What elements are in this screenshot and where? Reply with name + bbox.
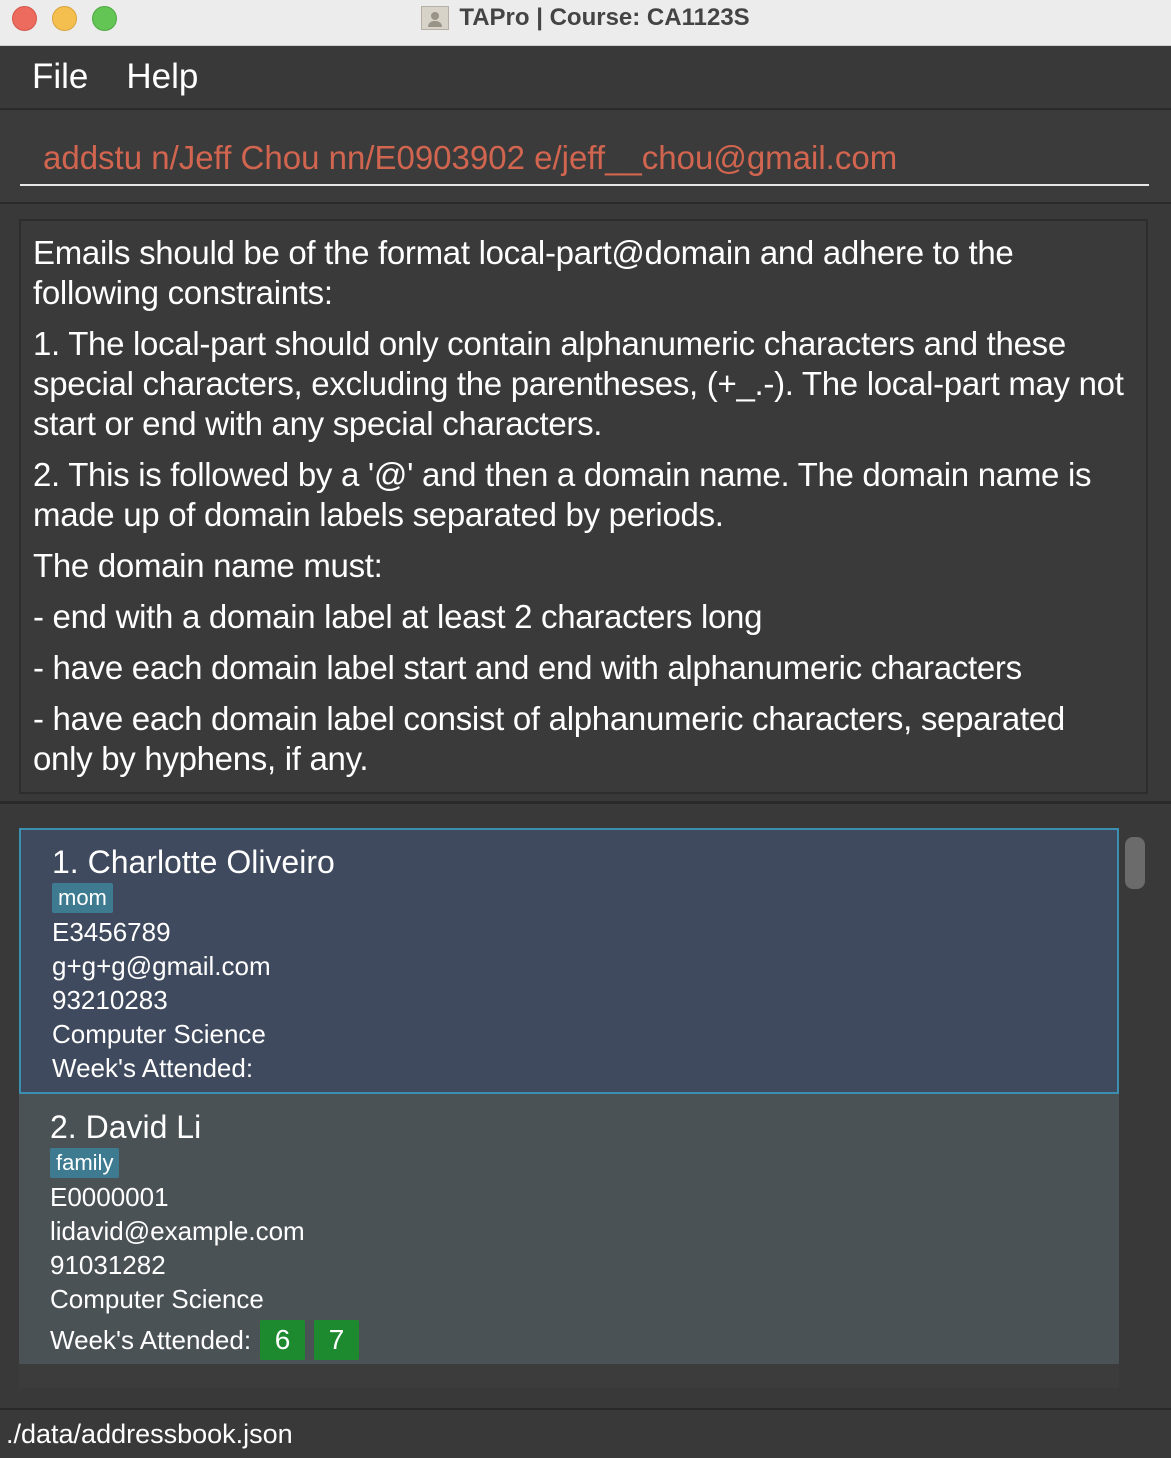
data-file-path: ./data/addressbook.json [6,1419,293,1449]
menu-bar: File Help [0,46,1171,110]
title-bar: TAPro | Course: CA1123S [0,0,1171,46]
person-tag: mom [52,883,113,913]
person-name: 1. Charlotte Oliveiro [52,844,335,880]
menu-help[interactable]: Help [126,57,198,97]
person-phone: 91031282 [50,1250,166,1280]
person-tag: family [50,1148,120,1178]
person-list-panel: 1. Charlotte Oliveiro mom E3456789 g+g+g… [0,806,1171,1408]
result-display-area: Emails should be of the format local-par… [0,206,1171,804]
person-student-number: E3456789 [52,917,171,947]
result-line: - have each domain label start and end w… [33,649,1022,686]
command-input[interactable] [20,132,1149,186]
result-line: - have each domain label consist of alph… [33,700,1065,777]
status-bar: ./data/addressbook.json [0,1408,1171,1458]
person-card[interactable]: 2. David Li family E0000001 lidavid@exam… [19,1094,1119,1364]
person-email: g+g+g@gmail.com [52,951,271,981]
weeks-attended-label: Week's Attended: [52,1053,254,1083]
person-name: 2. David Li [50,1109,202,1145]
list-scrollbar[interactable] [1125,837,1145,889]
person-phone: 93210283 [52,985,168,1015]
menu-file[interactable]: File [32,57,88,97]
result-display[interactable]: Emails should be of the format local-par… [19,219,1148,794]
person-card-selected[interactable]: 1. Charlotte Oliveiro mom E3456789 g+g+g… [19,828,1119,1094]
week-badge: 7 [314,1320,360,1360]
result-line: The domain name must: [33,547,383,584]
person-student-number: E0000001 [50,1182,169,1212]
result-line: 2. This is followed by a '@' and then a … [33,456,1092,533]
person-email: lidavid@example.com [50,1216,305,1246]
window-title: TAPro | Course: CA1123S [459,4,750,31]
person-weeks-row: Week's Attended: [52,1051,1117,1085]
window-title-group: TAPro | Course: CA1123S [0,0,1171,36]
result-line: 1. The local-part should only contain al… [33,325,1124,442]
week-badge: 6 [260,1320,306,1360]
person-card-partial[interactable] [19,1364,1119,1388]
weeks-attended-label: Week's Attended: [50,1325,252,1355]
person-course: Computer Science [52,1019,266,1049]
person-list[interactable]: 1. Charlotte Oliveiro mom E3456789 g+g+g… [19,828,1119,1388]
app-icon [421,6,450,30]
command-box-area [0,112,1171,204]
person-weeks-row: Week's Attended: 6 7 [50,1320,1119,1360]
result-line: - end with a domain label at least 2 cha… [33,598,763,635]
result-line: Emails should be of the format local-par… [33,234,1014,311]
person-course: Computer Science [50,1284,264,1314]
